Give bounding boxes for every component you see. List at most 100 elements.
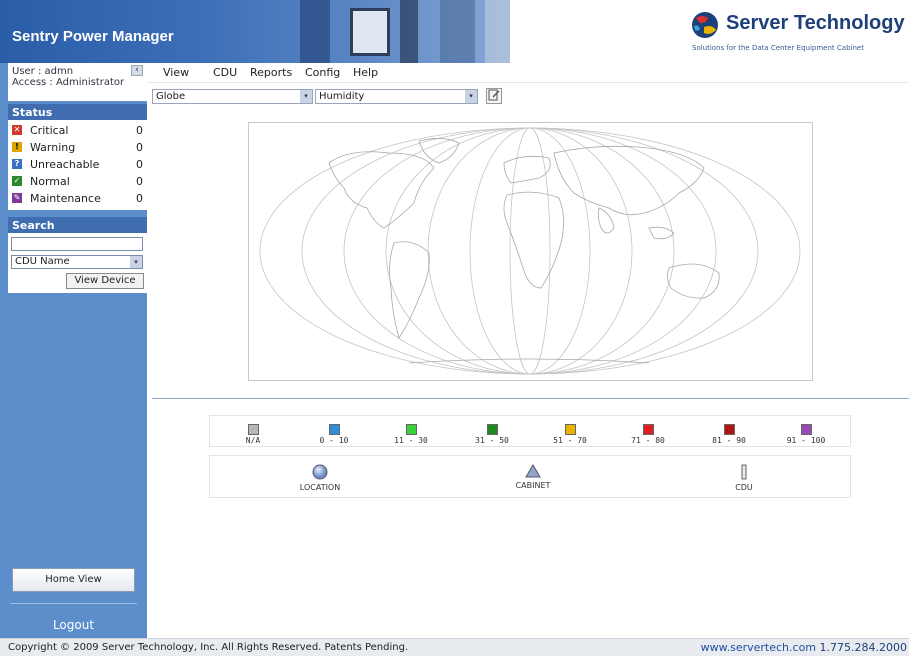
menu-view[interactable]: View [163, 66, 189, 79]
legend-label: CABINET [515, 481, 551, 490]
status-row-maintenance[interactable]: ✎ Maintenance 0 [8, 191, 147, 208]
legend-label: 51 - 70 [553, 436, 587, 445]
home-view-button[interactable]: Home View [12, 568, 135, 592]
legend-label: 81 - 90 [712, 436, 746, 445]
legend-item: 71 - 80 [623, 424, 673, 445]
footer-contact: www.servertech.com 1.775.284.2000 [701, 641, 907, 654]
legend-label: 0 - 10 [319, 436, 349, 445]
legend-label: 91 - 100 [786, 436, 826, 445]
header-banner: Sentry Power Manager [0, 0, 510, 63]
legend-swatch [247, 424, 259, 435]
menu-cdu[interactable]: CDU [213, 66, 237, 79]
menu-config[interactable]: Config [305, 66, 340, 79]
search-input[interactable] [11, 237, 143, 251]
legend-item: 31 - 50 [467, 424, 517, 445]
legend-swatch [723, 424, 735, 435]
footer: Copyright © 2009 Server Technology, Inc.… [0, 638, 909, 656]
user-name: User : admn [12, 66, 74, 77]
cdu-icon [741, 464, 747, 480]
status-count: 0 [136, 158, 143, 171]
banner-rack-graphic [440, 0, 475, 63]
map-view-select[interactable]: Globe ▾ [152, 89, 313, 104]
legend-label: 71 - 80 [631, 436, 665, 445]
legend-cabinet: CABINET [493, 464, 573, 490]
user-access: Access : Administrator [12, 77, 125, 88]
banner-rack-graphic [300, 0, 330, 63]
status-label: Unreachable [30, 158, 100, 171]
status-count: 0 [136, 141, 143, 154]
world-map[interactable] [248, 122, 813, 381]
status-row-unreachable[interactable]: ? Unreachable 0 [8, 157, 147, 174]
legend-label: CDU [735, 483, 753, 492]
legend-swatch [564, 424, 576, 435]
chevron-down-icon: ▾ [465, 90, 477, 103]
edit-icon[interactable] [486, 88, 502, 104]
sidebar: User : admn Access : Administrator ‹ Sta… [0, 63, 147, 638]
status-label: Maintenance [30, 192, 101, 205]
banner-rack-graphic [485, 0, 510, 63]
chevron-down-icon: ▾ [300, 90, 312, 103]
world-map-graphic [259, 127, 801, 375]
search-field-select[interactable]: CDU Name ▾ [11, 255, 143, 269]
legend-item: 0 - 10 [309, 424, 359, 445]
menu-reports[interactable]: Reports [250, 66, 292, 79]
menu-help[interactable]: Help [353, 66, 378, 79]
humidity-legend: N/A 0 - 10 11 - 30 31 - 50 51 - 70 71 - … [209, 415, 851, 447]
legend-swatch [328, 424, 340, 435]
legend-item: 11 - 30 [386, 424, 436, 445]
legend-cdu: CDU [704, 464, 784, 492]
user-info: User : admn Access : Administrator ‹ [8, 63, 147, 101]
search-heading: Search [8, 217, 147, 233]
chevron-down-icon: ▾ [130, 256, 142, 268]
unreachable-icon: ? [12, 159, 22, 169]
status-row-normal[interactable]: ✓ Normal 0 [8, 174, 147, 191]
legend-location: LOCATION [280, 464, 360, 492]
map-view-selected: Globe [156, 91, 186, 102]
status-label: Normal [30, 175, 70, 188]
legend-label: 31 - 50 [475, 436, 509, 445]
header: Sentry Power Manager Server Technology S… [0, 0, 909, 63]
status-panel: ✕ Critical 0 ! Warning 0 ? Unreachable 0… [8, 120, 147, 210]
metric-select[interactable]: Humidity ▾ [315, 89, 478, 104]
status-count: 0 [136, 192, 143, 205]
view-device-button[interactable]: View Device [66, 273, 144, 289]
metric-selected: Humidity [319, 91, 365, 102]
warning-icon: ! [12, 142, 22, 152]
legend-label: LOCATION [299, 483, 341, 492]
globe-logo-icon [692, 12, 718, 38]
legend-label: 11 - 30 [394, 436, 428, 445]
legend-item: 91 - 100 [781, 424, 831, 445]
search-field-selected: CDU Name [15, 256, 70, 267]
maintenance-icon: ✎ [12, 193, 22, 203]
legend-swatch [800, 424, 812, 435]
banner-rack-graphic [400, 0, 418, 63]
legend-swatch [642, 424, 654, 435]
cabinet-icon [525, 464, 541, 478]
normal-icon: ✓ [12, 176, 22, 186]
critical-icon: ✕ [12, 125, 22, 135]
logout-link[interactable]: Logout [0, 618, 147, 632]
content-divider [152, 398, 909, 399]
status-row-warning[interactable]: ! Warning 0 [8, 140, 147, 157]
status-row-critical[interactable]: ✕ Critical 0 [8, 123, 147, 140]
status-heading: Status [8, 104, 147, 120]
collapse-sidebar-button[interactable]: ‹ [131, 65, 143, 76]
status-count: 0 [136, 175, 143, 188]
menu-bar: View CDU Reports Config Help [147, 63, 909, 83]
app-title: Sentry Power Manager [12, 28, 174, 45]
copyright-text: Copyright © 2009 Server Technology, Inc.… [8, 642, 409, 653]
legend-item: N/A [228, 424, 278, 445]
website-link[interactable]: www.servertech.com [701, 641, 816, 654]
legend-label: N/A [245, 436, 261, 445]
phone-number: 1.775.284.2000 [819, 641, 907, 654]
legend-swatch [405, 424, 417, 435]
banner-monitor-graphic [350, 8, 390, 56]
status-count: 0 [136, 124, 143, 137]
edit-icon [488, 89, 500, 101]
status-label: Warning [30, 141, 76, 154]
search-panel: CDU Name ▾ View Device [8, 233, 147, 293]
brand-name: Server Technology [726, 12, 905, 34]
device-type-legend: LOCATION CABINET CDU [209, 455, 851, 498]
legend-item: 81 - 90 [704, 424, 754, 445]
legend-item: 51 - 70 [545, 424, 595, 445]
